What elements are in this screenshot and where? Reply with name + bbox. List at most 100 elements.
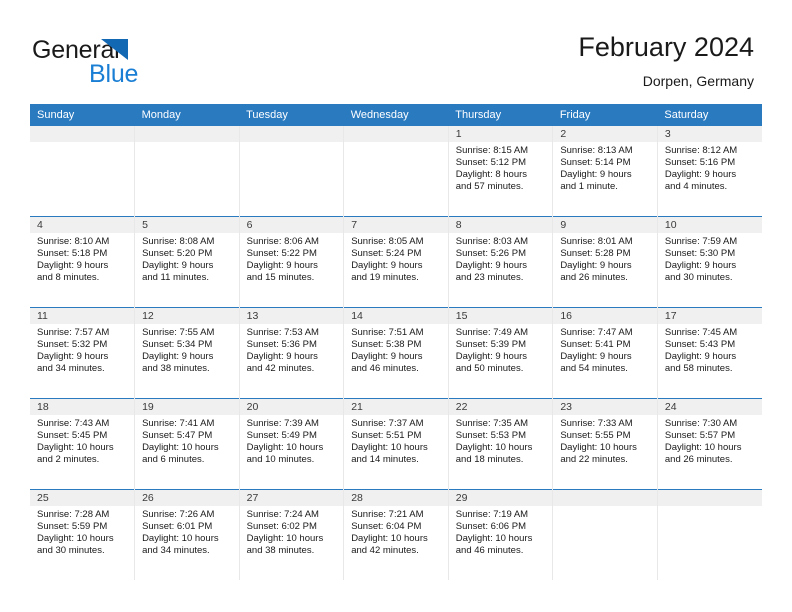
sunrise-text: Sunrise: 7:57 AM [37,327,110,338]
week-row: 18 Sunrise: 7:43 AM Sunset: 5:45 PM Dayl… [30,398,762,490]
daylight-text-line2: and 15 minutes. [246,272,315,284]
week-row: 1 Sunrise: 8:15 AM Sunset: 5:12 PM Dayli… [30,126,762,217]
day-number: 29 [448,490,553,506]
day-number [657,490,762,506]
day-cell[interactable]: 29 Sunrise: 7:19 AM Sunset: 6:06 PM Dayl… [448,489,554,580]
day-cell[interactable]: 23 Sunrise: 7:33 AM Sunset: 5:55 PM Dayl… [552,398,658,490]
sunrise-text: Sunrise: 8:05 AM [351,236,424,247]
day-cell[interactable]: 10 Sunrise: 7:59 AM Sunset: 5:30 PM Dayl… [657,216,762,308]
daylight-text-line2: and 54 minutes. [560,363,628,375]
week-row: 25 Sunrise: 7:28 AM Sunset: 5:59 PM Dayl… [30,489,762,580]
day-cell[interactable] [552,489,658,580]
daylight-text-line2: and 46 minutes. [351,363,419,375]
day-cell[interactable] [239,126,345,217]
daylight-text-line2: and 26 minutes. [560,272,628,284]
day-number [553,490,657,506]
day-cell[interactable]: 22 Sunrise: 7:35 AM Sunset: 5:53 PM Dayl… [448,398,554,490]
daylight-text-line2: and 19 minutes. [351,272,419,284]
day-number: 1 [448,126,553,142]
daylight-text-line1: Daylight: 10 hours [37,533,114,545]
sunset-text: Sunset: 5:59 PM [37,521,108,533]
day-header-thursday: Thursday [448,104,553,126]
day-number: 2 [553,126,657,142]
week-row: 4 Sunrise: 8:10 AM Sunset: 5:18 PM Dayli… [30,216,762,308]
day-cell[interactable]: 7 Sunrise: 8:05 AM Sunset: 5:24 PM Dayli… [343,216,449,308]
day-cell[interactable]: 28 Sunrise: 7:21 AM Sunset: 6:04 PM Dayl… [343,489,449,580]
daylight-text-line2: and 26 minutes. [664,454,733,466]
day-number [239,126,344,142]
day-number: 24 [657,399,762,415]
day-cell[interactable]: 2 Sunrise: 8:13 AM Sunset: 5:14 PM Dayli… [552,126,658,217]
sunrise-text: Sunrise: 7:28 AM [37,509,110,520]
daylight-text-line2: and 58 minutes. [664,363,733,375]
day-cell[interactable] [343,126,449,217]
day-number: 25 [30,490,135,506]
daylight-text-line1: Daylight: 9 hours [664,260,737,272]
daylight-text-line2: and 57 minutes. [455,181,524,193]
daylight-text-line1: Daylight: 9 hours [37,351,109,363]
day-cell[interactable]: 1 Sunrise: 8:15 AM Sunset: 5:12 PM Dayli… [448,126,554,217]
daylight-text-line1: Daylight: 9 hours [142,351,214,363]
daylight-text-line2: and 42 minutes. [351,545,419,557]
page-subtitle: Dorpen, Germany [642,73,754,89]
daylight-text-line1: Daylight: 10 hours [455,533,533,545]
day-cell[interactable]: 20 Sunrise: 7:39 AM Sunset: 5:49 PM Dayl… [239,398,345,490]
sunset-text: Sunset: 5:38 PM [351,339,422,351]
sunrise-text: Sunrise: 7:37 AM [351,418,424,429]
day-cell[interactable]: 26 Sunrise: 7:26 AM Sunset: 6:01 PM Dayl… [134,489,240,580]
day-cell[interactable]: 18 Sunrise: 7:43 AM Sunset: 5:45 PM Dayl… [30,398,136,490]
daylight-text-line1: Daylight: 10 hours [246,442,324,454]
sunset-text: Sunset: 5:41 PM [560,339,631,351]
sunrise-text: Sunrise: 8:15 AM [455,145,529,156]
sunrise-text: Sunrise: 7:30 AM [664,418,738,429]
general-blue-logo[interactable]: General Blue [32,36,222,90]
day-cell[interactable]: 13 Sunrise: 7:53 AM Sunset: 5:36 PM Dayl… [239,307,345,399]
day-cell[interactable]: 3 Sunrise: 8:12 AM Sunset: 5:16 PM Dayli… [657,126,762,217]
day-cell[interactable]: 15 Sunrise: 7:49 AM Sunset: 5:39 PM Dayl… [448,307,554,399]
daylight-text-line2: and 11 minutes. [142,272,209,284]
day-number: 13 [239,308,344,324]
daylight-text-line1: Daylight: 9 hours [246,260,318,272]
sunrise-text: Sunrise: 8:06 AM [246,236,319,247]
daylight-text-line2: and 2 minutes. [37,454,100,466]
day-cell[interactable]: 12 Sunrise: 7:55 AM Sunset: 5:34 PM Dayl… [134,307,240,399]
daylight-text-line2: and 46 minutes. [455,545,524,557]
day-cell[interactable]: 4 Sunrise: 8:10 AM Sunset: 5:18 PM Dayli… [30,216,136,308]
sunset-text: Sunset: 5:55 PM [560,430,631,442]
day-cell[interactable]: 14 Sunrise: 7:51 AM Sunset: 5:38 PM Dayl… [343,307,449,399]
day-cell[interactable]: 27 Sunrise: 7:24 AM Sunset: 6:02 PM Dayl… [239,489,345,580]
day-cell[interactable]: 8 Sunrise: 8:03 AM Sunset: 5:26 PM Dayli… [448,216,554,308]
day-cell[interactable]: 5 Sunrise: 8:08 AM Sunset: 5:20 PM Dayli… [134,216,240,308]
day-cell[interactable]: 16 Sunrise: 7:47 AM Sunset: 5:41 PM Dayl… [552,307,658,399]
day-cell[interactable]: 6 Sunrise: 8:06 AM Sunset: 5:22 PM Dayli… [239,216,345,308]
day-cell[interactable]: 25 Sunrise: 7:28 AM Sunset: 5:59 PM Dayl… [30,489,136,580]
day-cell[interactable] [30,126,136,217]
day-cell[interactable]: 11 Sunrise: 7:57 AM Sunset: 5:32 PM Dayl… [30,307,136,399]
day-header-tuesday: Tuesday [239,104,344,126]
day-number: 23 [553,399,657,415]
daylight-text-line2: and 10 minutes. [246,454,315,466]
sunrise-text: Sunrise: 7:59 AM [664,236,738,247]
day-of-week-header-row: Sunday Monday Tuesday Wednesday Thursday… [30,104,762,126]
sunrise-text: Sunrise: 7:35 AM [455,418,529,429]
day-cell[interactable]: 19 Sunrise: 7:41 AM Sunset: 5:47 PM Dayl… [134,398,240,490]
daylight-text-line1: Daylight: 9 hours [351,351,423,363]
day-header-sunday: Sunday [30,104,135,126]
sunset-text: Sunset: 6:02 PM [246,521,317,533]
daylight-text-line1: Daylight: 10 hours [142,533,219,545]
daylight-text-line1: Daylight: 10 hours [37,442,114,454]
day-cell[interactable]: 9 Sunrise: 8:01 AM Sunset: 5:28 PM Dayli… [552,216,658,308]
day-cell[interactable] [134,126,240,217]
week-row: 11 Sunrise: 7:57 AM Sunset: 5:32 PM Dayl… [30,307,762,399]
daylight-text-line1: Daylight: 9 hours [246,351,318,363]
day-number: 7 [344,217,448,233]
page-header: General Blue February 2024 Dorpen, Germa… [0,0,792,100]
day-cell[interactable]: 17 Sunrise: 7:45 AM Sunset: 5:43 PM Dayl… [657,307,762,399]
sunrise-text: Sunrise: 7:51 AM [351,327,424,338]
day-cell[interactable]: 21 Sunrise: 7:37 AM Sunset: 5:51 PM Dayl… [343,398,449,490]
day-cell[interactable]: 24 Sunrise: 7:30 AM Sunset: 5:57 PM Dayl… [657,398,762,490]
sunset-text: Sunset: 5:30 PM [664,248,736,260]
sunrise-text: Sunrise: 7:24 AM [246,509,319,520]
day-cell[interactable] [657,489,762,580]
day-number: 20 [239,399,344,415]
